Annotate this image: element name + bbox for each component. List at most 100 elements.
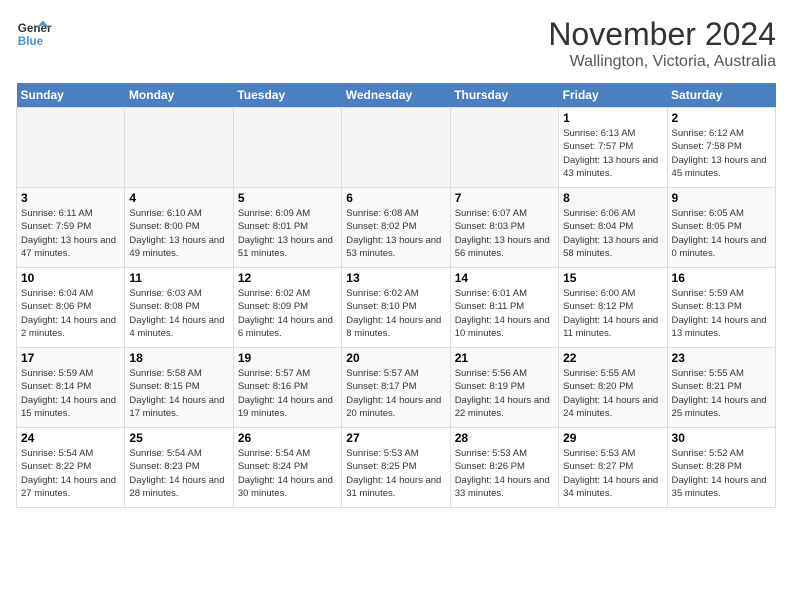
- calendar-week-row: 24 Sunrise: 5:54 AMSunset: 8:22 PMDayligh…: [17, 428, 776, 508]
- calendar-cell: 19 Sunrise: 5:57 AMSunset: 8:16 PMDayligh…: [233, 348, 341, 428]
- day-number: 7: [455, 191, 554, 205]
- day-number: 29: [563, 431, 662, 445]
- day-info: Sunrise: 5:57 AMSunset: 8:17 PMDaylight:…: [346, 367, 445, 420]
- calendar-cell: 1 Sunrise: 6:13 AMSunset: 7:57 PMDaylight…: [559, 108, 667, 188]
- day-number: 3: [21, 191, 120, 205]
- day-info: Sunrise: 6:04 AMSunset: 8:06 PMDaylight:…: [21, 287, 120, 340]
- calendar-cell: 16 Sunrise: 5:59 AMSunset: 8:13 PMDayligh…: [667, 268, 775, 348]
- day-number: 13: [346, 271, 445, 285]
- logo-icon: General Blue: [16, 16, 52, 52]
- calendar-week-row: 3 Sunrise: 6:11 AMSunset: 7:59 PMDaylight…: [17, 188, 776, 268]
- day-info: Sunrise: 5:52 AMSunset: 8:28 PMDaylight:…: [672, 447, 771, 500]
- calendar-cell: [342, 108, 450, 188]
- day-info: Sunrise: 5:59 AMSunset: 8:13 PMDaylight:…: [672, 287, 771, 340]
- day-of-week-header: Thursday: [450, 83, 558, 108]
- title-area: November 2024 Wallington, Victoria, Aust…: [548, 16, 776, 71]
- day-info: Sunrise: 6:05 AMSunset: 8:05 PMDaylight:…: [672, 207, 771, 260]
- location-subtitle: Wallington, Victoria, Australia: [548, 53, 776, 71]
- day-info: Sunrise: 6:06 AMSunset: 8:04 PMDaylight:…: [563, 207, 662, 260]
- day-number: 28: [455, 431, 554, 445]
- day-info: Sunrise: 6:11 AMSunset: 7:59 PMDaylight:…: [21, 207, 120, 260]
- day-number: 9: [672, 191, 771, 205]
- day-number: 26: [238, 431, 337, 445]
- day-number: 19: [238, 351, 337, 365]
- calendar-cell: 4Sunrise: 6:10 AMSunset: 8:00 PMDaylight…: [125, 188, 233, 268]
- day-info: Sunrise: 5:54 AMSunset: 8:24 PMDaylight:…: [238, 447, 337, 500]
- calendar-cell: 28 Sunrise: 5:53 AMSunset: 8:26 PMDayligh…: [450, 428, 558, 508]
- day-info: Sunrise: 5:59 AMSunset: 8:14 PMDaylight:…: [21, 367, 120, 420]
- calendar-cell: 8 Sunrise: 6:06 AMSunset: 8:04 PMDaylight…: [559, 188, 667, 268]
- calendar-cell: 9 Sunrise: 6:05 AMSunset: 8:05 PMDaylight…: [667, 188, 775, 268]
- day-info: Sunrise: 5:56 AMSunset: 8:19 PMDaylight:…: [455, 367, 554, 420]
- calendar-table: SundayMondayTuesdayWednesdayThursdayFrid…: [16, 83, 776, 508]
- calendar-cell: 29Sunrise: 5:53 AMSunset: 8:27 PMDayligh…: [559, 428, 667, 508]
- calendar-cell: [17, 108, 125, 188]
- calendar-cell: 11 Sunrise: 6:03 AMSunset: 8:08 PMDayligh…: [125, 268, 233, 348]
- day-info: Sunrise: 5:55 AMSunset: 8:20 PMDaylight:…: [563, 367, 662, 420]
- day-info: Sunrise: 6:09 AMSunset: 8:01 PMDaylight:…: [238, 207, 337, 260]
- day-info: Sunrise: 6:08 AMSunset: 8:02 PMDaylight:…: [346, 207, 445, 260]
- day-info: Sunrise: 5:58 AMSunset: 8:15 PMDaylight:…: [129, 367, 228, 420]
- day-info: Sunrise: 6:02 AMSunset: 8:09 PMDaylight:…: [238, 287, 337, 340]
- day-number: 14: [455, 271, 554, 285]
- day-number: 6: [346, 191, 445, 205]
- calendar-cell: 22 Sunrise: 5:55 AMSunset: 8:20 PMDayligh…: [559, 348, 667, 428]
- day-info: Sunrise: 5:57 AMSunset: 8:16 PMDaylight:…: [238, 367, 337, 420]
- day-number: 2: [672, 111, 771, 125]
- calendar-week-row: 1 Sunrise: 6:13 AMSunset: 7:57 PMDaylight…: [17, 108, 776, 188]
- day-number: 15: [563, 271, 662, 285]
- day-number: 30: [672, 431, 771, 445]
- day-number: 20: [346, 351, 445, 365]
- calendar-cell: 17Sunrise: 5:59 AMSunset: 8:14 PMDayligh…: [17, 348, 125, 428]
- day-info: Sunrise: 5:54 AMSunset: 8:22 PMDaylight:…: [21, 447, 120, 500]
- calendar-cell: 13 Sunrise: 6:02 AMSunset: 8:10 PMDayligh…: [342, 268, 450, 348]
- calendar-cell: 25 Sunrise: 5:54 AMSunset: 8:23 PMDayligh…: [125, 428, 233, 508]
- calendar-cell: 24 Sunrise: 5:54 AMSunset: 8:22 PMDayligh…: [17, 428, 125, 508]
- calendar-cell: 3 Sunrise: 6:11 AMSunset: 7:59 PMDaylight…: [17, 188, 125, 268]
- calendar-cell: 27Sunrise: 5:53 AMSunset: 8:25 PMDayligh…: [342, 428, 450, 508]
- day-of-week-header: Tuesday: [233, 83, 341, 108]
- svg-text:Blue: Blue: [18, 35, 44, 48]
- day-number: 5: [238, 191, 337, 205]
- calendar-cell: 18 Sunrise: 5:58 AMSunset: 8:15 PMDayligh…: [125, 348, 233, 428]
- calendar-cell: 21Sunrise: 5:56 AMSunset: 8:19 PMDayligh…: [450, 348, 558, 428]
- calendar-week-row: 17Sunrise: 5:59 AMSunset: 8:14 PMDayligh…: [17, 348, 776, 428]
- day-info: Sunrise: 6:12 AMSunset: 7:58 PMDaylight:…: [672, 127, 771, 180]
- calendar-cell: [233, 108, 341, 188]
- day-info: Sunrise: 6:02 AMSunset: 8:10 PMDaylight:…: [346, 287, 445, 340]
- calendar-cell: 5 Sunrise: 6:09 AMSunset: 8:01 PMDaylight…: [233, 188, 341, 268]
- calendar-header-row: SundayMondayTuesdayWednesdayThursdayFrid…: [17, 83, 776, 108]
- day-of-week-header: Sunday: [17, 83, 125, 108]
- calendar-cell: 2 Sunrise: 6:12 AMSunset: 7:58 PMDaylight…: [667, 108, 775, 188]
- calendar-cell: 12Sunrise: 6:02 AMSunset: 8:09 PMDayligh…: [233, 268, 341, 348]
- day-info: Sunrise: 5:54 AMSunset: 8:23 PMDaylight:…: [129, 447, 228, 500]
- day-number: 25: [129, 431, 228, 445]
- day-number: 24: [21, 431, 120, 445]
- day-of-week-header: Monday: [125, 83, 233, 108]
- day-number: 10: [21, 271, 120, 285]
- day-info: Sunrise: 5:53 AMSunset: 8:26 PMDaylight:…: [455, 447, 554, 500]
- day-of-week-header: Friday: [559, 83, 667, 108]
- month-title: November 2024: [548, 16, 776, 53]
- day-of-week-header: Wednesday: [342, 83, 450, 108]
- day-number: 22: [563, 351, 662, 365]
- day-number: 8: [563, 191, 662, 205]
- day-info: Sunrise: 6:01 AMSunset: 8:11 PMDaylight:…: [455, 287, 554, 340]
- day-info: Sunrise: 6:13 AMSunset: 7:57 PMDaylight:…: [563, 127, 662, 180]
- day-number: 27: [346, 431, 445, 445]
- calendar-cell: 7 Sunrise: 6:07 AMSunset: 8:03 PMDaylight…: [450, 188, 558, 268]
- calendar-cell: 20 Sunrise: 5:57 AMSunset: 8:17 PMDayligh…: [342, 348, 450, 428]
- logo: General Blue: [16, 16, 52, 52]
- calendar-cell: 15 Sunrise: 6:00 AMSunset: 8:12 PMDayligh…: [559, 268, 667, 348]
- svg-text:General: General: [18, 22, 52, 35]
- day-number: 11: [129, 271, 228, 285]
- day-info: Sunrise: 6:07 AMSunset: 8:03 PMDaylight:…: [455, 207, 554, 260]
- calendar-cell: 30 Sunrise: 5:52 AMSunset: 8:28 PMDayligh…: [667, 428, 775, 508]
- calendar-cell: [125, 108, 233, 188]
- day-number: 18: [129, 351, 228, 365]
- day-info: Sunrise: 6:03 AMSunset: 8:08 PMDaylight:…: [129, 287, 228, 340]
- day-info: Sunrise: 6:00 AMSunset: 8:12 PMDaylight:…: [563, 287, 662, 340]
- day-number: 1: [563, 111, 662, 125]
- calendar-cell: 26 Sunrise: 5:54 AMSunset: 8:24 PMDayligh…: [233, 428, 341, 508]
- day-number: 16: [672, 271, 771, 285]
